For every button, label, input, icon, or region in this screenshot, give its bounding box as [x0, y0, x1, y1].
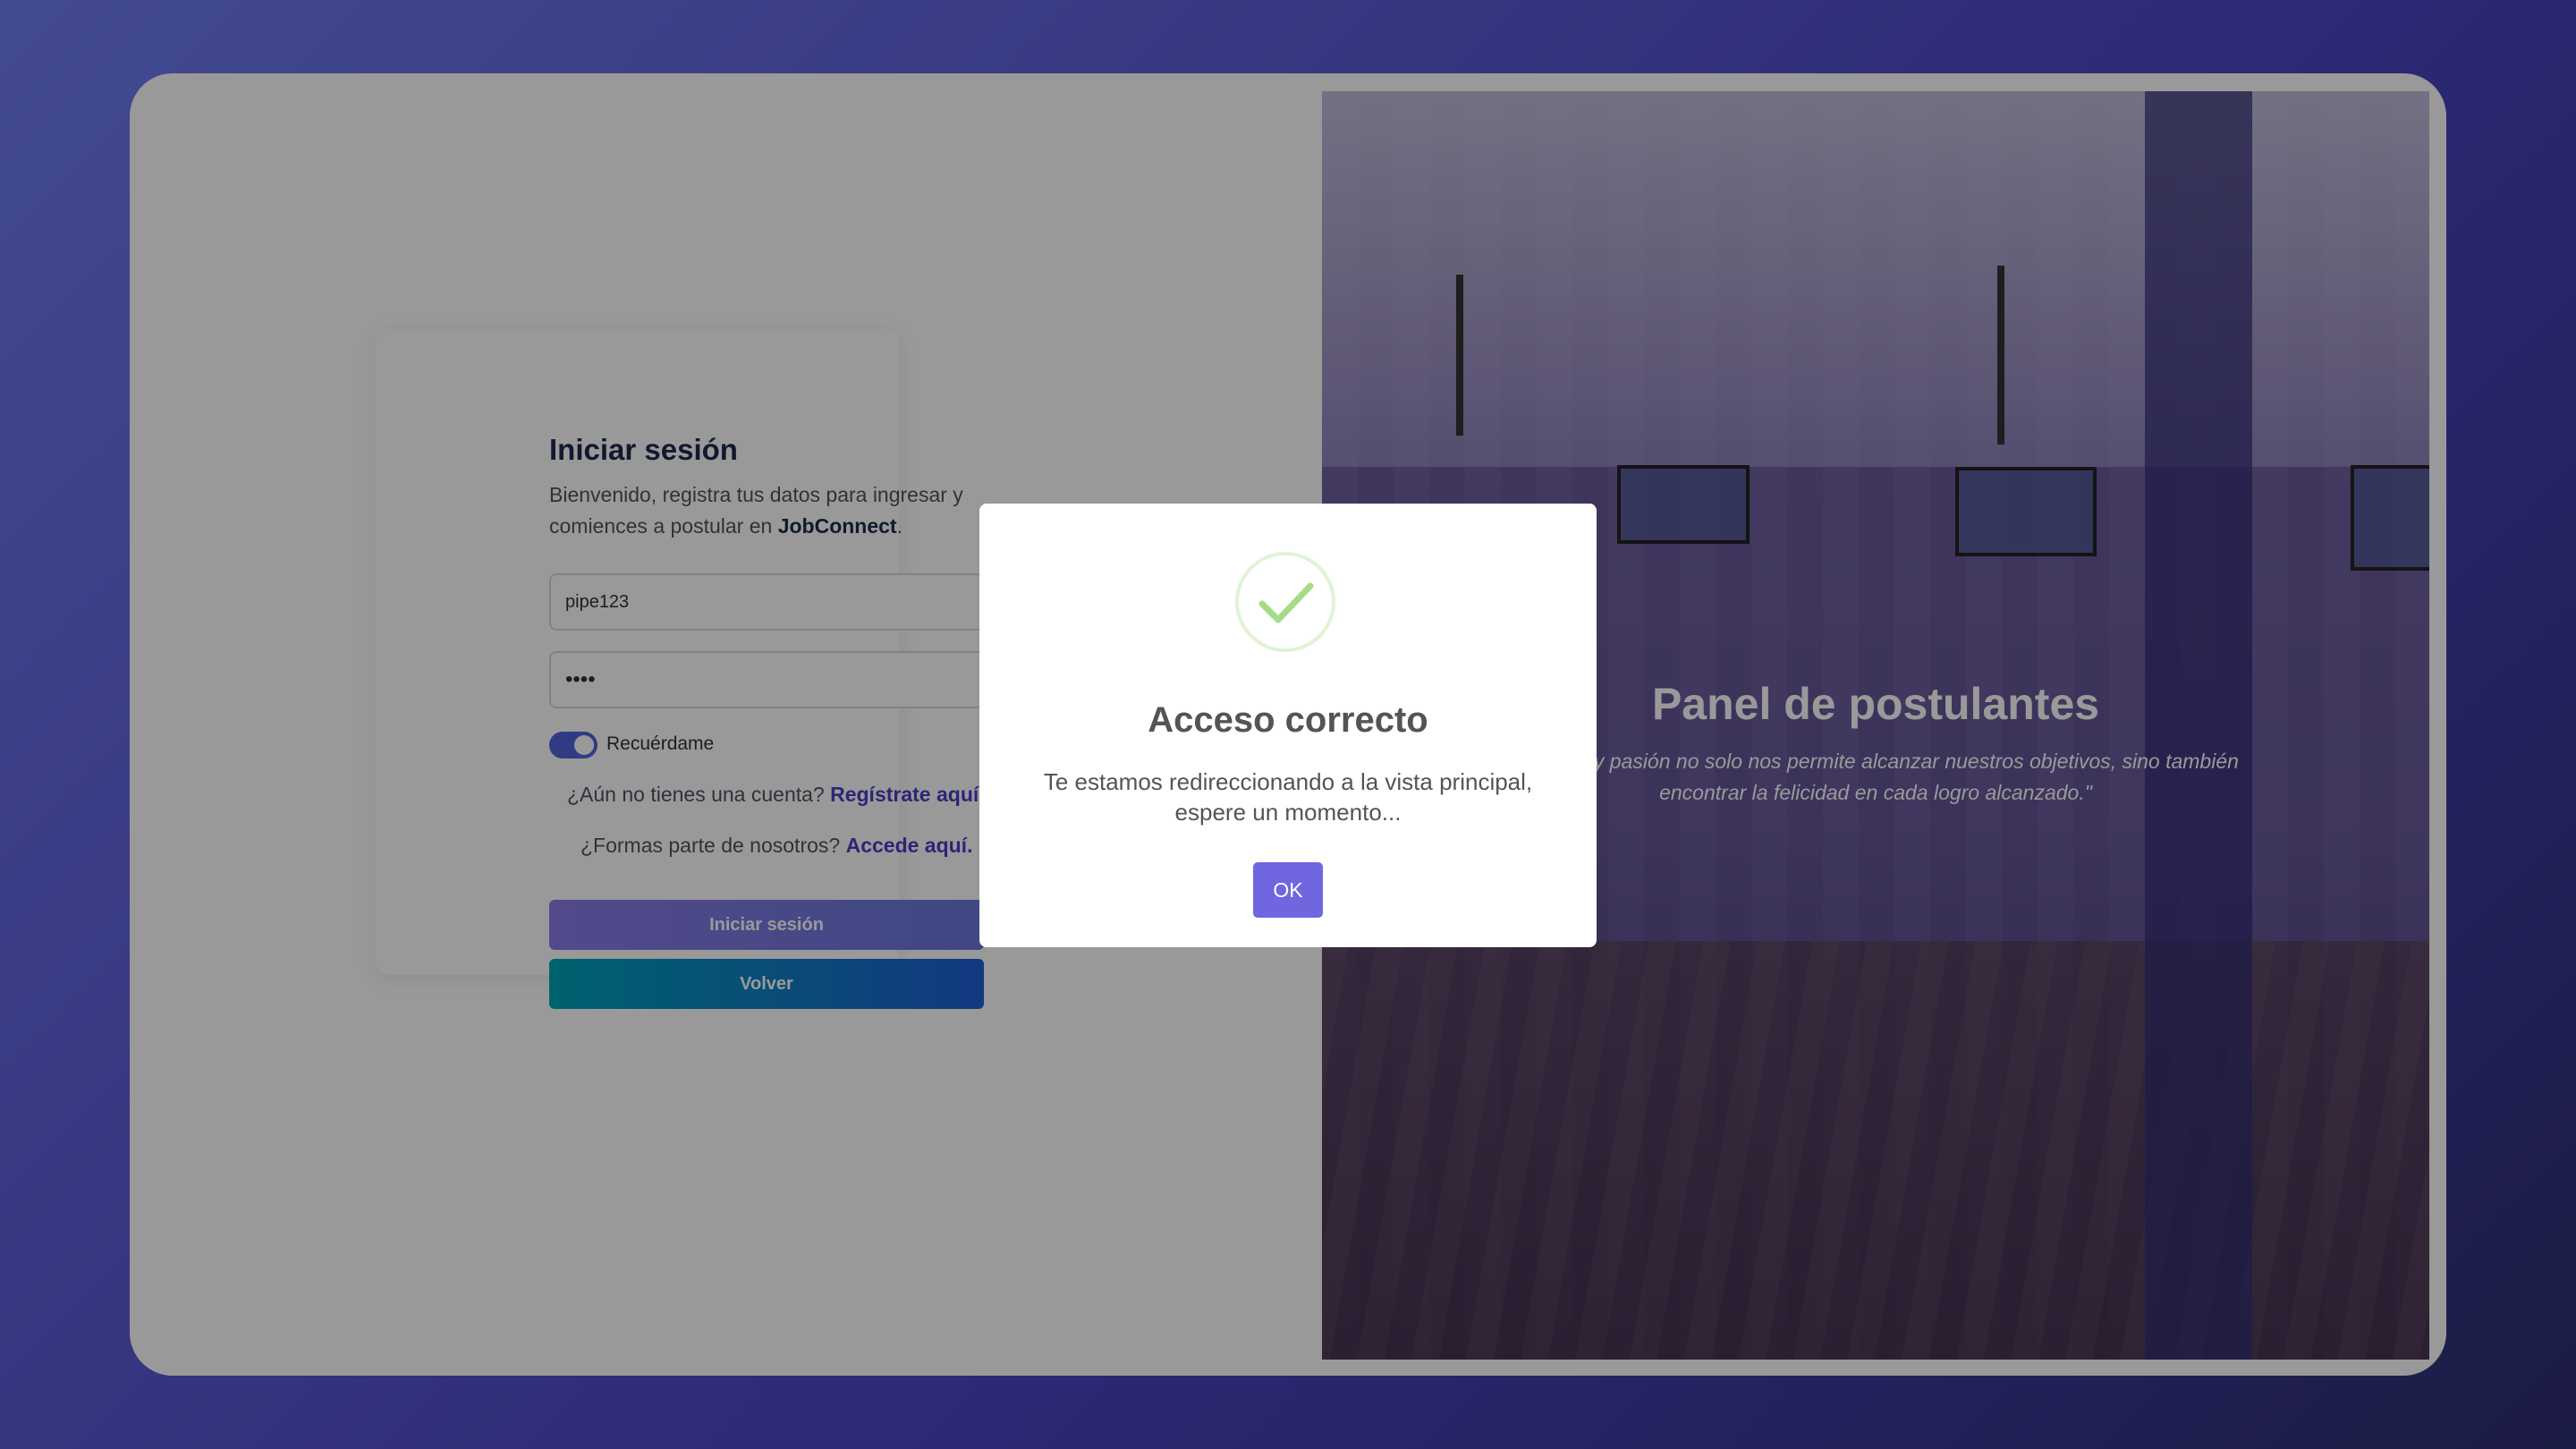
success-check-icon — [1235, 552, 1335, 652]
dialog-message: Te estamos redireccionando a la vista pr… — [1043, 768, 1533, 826]
ok-button[interactable]: OK — [1253, 862, 1323, 918]
dialog-title: Acceso correcto — [1148, 700, 1428, 740]
success-dialog: Acceso correcto Te estamos redireccionan… — [979, 504, 1597, 947]
